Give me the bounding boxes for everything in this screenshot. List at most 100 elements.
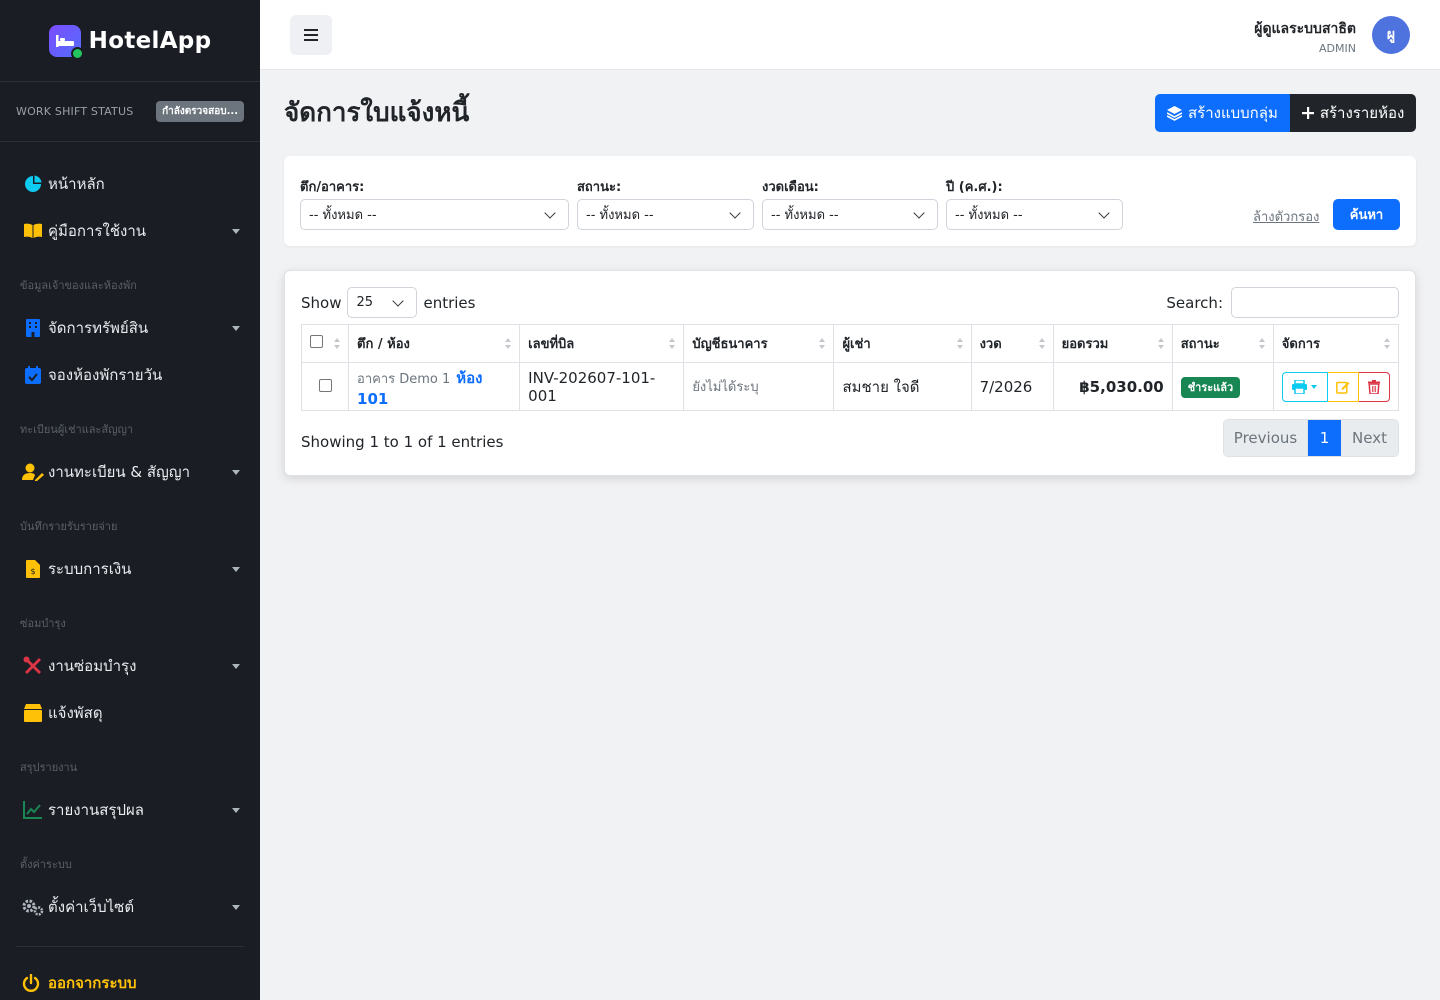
status-select[interactable]: -- ทั้งหมด -- [577, 199, 754, 230]
sidebar-item-home[interactable]: หน้าหลัก [0, 160, 260, 207]
chevron-down-icon [1098, 206, 1110, 219]
chevron-down-icon [232, 228, 240, 234]
line-chart-icon [22, 799, 44, 821]
brand-name: HotelApp [88, 27, 212, 54]
shift-label: WORK SHIFT STATUS [16, 105, 134, 118]
brand[interactable]: HotelApp [0, 0, 260, 82]
column-header-label: จัดการ [1281, 337, 1321, 352]
entries-label: entries [423, 293, 476, 312]
select-all-checkbox[interactable] [310, 335, 323, 348]
create-bulk-label: สร้างแบบกลุ่ม [1188, 104, 1278, 122]
column-header[interactable]: ตึก / ห้อง [348, 324, 521, 363]
sidebar-item-label: รายงานสรุปผล [48, 800, 144, 819]
create-bulk-button[interactable]: สร้างแบบกลุ่ม [1155, 94, 1290, 132]
gears-icon [22, 896, 44, 918]
sidebar-item-maintenance[interactable]: งานซ่อมบำรุง [0, 642, 260, 689]
shift-status-badge: กำลังตรวจสอบ... [156, 101, 244, 122]
power-icon [22, 972, 44, 994]
status-select-value: -- ทั้งหมด -- [586, 208, 654, 223]
month-select[interactable]: -- ทั้งหมด -- [762, 199, 938, 230]
sidebar-item-label: หน้าหลัก [48, 174, 105, 193]
search-input[interactable] [1231, 287, 1399, 318]
svg-text:$: $ [30, 567, 35, 576]
bill-number-cell: INV-202607-101-001 [519, 362, 685, 411]
year-select-value: -- ทั้งหมด -- [955, 208, 1023, 223]
topbar: ผู้ดูแลระบบสาธิต ADMIN ผู [260, 0, 1440, 70]
sidebar-divider [16, 946, 244, 947]
delete-button[interactable] [1358, 371, 1390, 402]
create-single-label: สร้างรายห้อง [1319, 104, 1405, 122]
year-select[interactable]: -- ทั้งหมด -- [946, 199, 1123, 230]
period-cell: 7/2026 [970, 362, 1054, 411]
page-length-select[interactable]: 25 [347, 287, 418, 318]
table-row[interactable]: อาคาร Demo 1 ห้อง 101 INV-202607-101-001 … [300, 362, 1400, 411]
column-header-label: บัญชีธนาคาร [692, 337, 768, 352]
sidebar-item-daily-booking[interactable]: จองห้องพักรายวัน [0, 351, 260, 398]
sidebar-item-manual[interactable]: คู่มือการใช้งาน [0, 207, 260, 254]
invoice-table-card: Show 25 entries Search: ตึก / ห้อง เลขที… [284, 270, 1416, 476]
sidebar-item-reports[interactable]: รายงานสรุปผล [0, 786, 260, 833]
bank-account-cell: ยังไม่ได้ระบุ [683, 362, 835, 411]
sidebar-item-label: งานทะเบียน & สัญญา [48, 462, 191, 481]
building-room-cell: อาคาร Demo 1 ห้อง 101 [348, 362, 521, 411]
building-select[interactable]: -- ทั้งหมด -- [300, 199, 569, 230]
column-header[interactable]: ผู้เช่า [833, 324, 972, 363]
sidebar-item-label: คู่มือการใช้งาน [48, 221, 146, 240]
chevron-down-icon [392, 294, 405, 307]
page-title: จัดการใบแจ้งหนี้ [284, 98, 470, 128]
column-header[interactable]: บัญชีธนาคาร [683, 324, 835, 363]
user-info[interactable]: ผู้ดูแลระบบสาธิต ADMIN [1254, 18, 1356, 55]
previous-page-button[interactable]: Previous [1224, 420, 1308, 456]
edit-button[interactable] [1327, 371, 1359, 402]
column-header[interactable]: สถานะ [1171, 324, 1274, 363]
avatar[interactable]: ผู [1372, 16, 1410, 54]
invoice-icon: $ [22, 558, 44, 580]
column-header-label: เลขที่บิล [528, 337, 575, 352]
building-icon [22, 317, 44, 339]
chevron-down-icon [1311, 384, 1318, 389]
page-1-button[interactable]: 1 [1308, 420, 1341, 456]
sidebar-item-property[interactable]: จัดการทรัพย์สิน [0, 304, 260, 351]
search-label: Search: [1166, 293, 1223, 312]
row-checkbox[interactable] [318, 378, 332, 392]
chevron-down-icon [729, 206, 741, 219]
column-header[interactable]: เลขที่บิล [519, 324, 685, 363]
status-cell: ชำระแล้ว [1171, 362, 1274, 411]
print-button[interactable] [1281, 371, 1328, 402]
sidebar-item-finance[interactable]: $ ระบบการเงิน [0, 545, 260, 592]
column-header[interactable]: ยอดรวม [1052, 324, 1173, 363]
column-header[interactable]: จัดการ [1272, 324, 1400, 363]
pagination: Previous 1 Next [1223, 419, 1399, 457]
clear-filter-link[interactable]: ล้างตัวกรอง [1253, 206, 1319, 227]
select-all-header [300, 324, 350, 363]
bed-check-icon [48, 24, 84, 60]
sidebar-section-header: ข้อมูลเจ้าของและห้องพัก [20, 279, 137, 292]
sidebar-section-header: สรุปรายงาน [20, 761, 78, 774]
actions-cell [1272, 362, 1400, 411]
logout-label: ออกจากระบบ [48, 974, 137, 992]
logout-button[interactable]: ออกจากระบบ [0, 965, 260, 1000]
box-icon [22, 702, 44, 724]
sidebar-section-header: บันทึกรายรับรายจ่าย [20, 520, 118, 533]
month-select-value: -- ทั้งหมด -- [771, 208, 839, 223]
sidebar-item-registration[interactable]: งานทะเบียน & สัญญา [0, 448, 260, 495]
column-header[interactable]: งวด [970, 324, 1054, 363]
create-single-button[interactable]: สร้างรายห้อง [1289, 94, 1417, 132]
next-page-button[interactable]: Next [1341, 420, 1398, 456]
row-actions [1281, 371, 1390, 402]
sidebar-item-label: จองห้องพักรายวัน [48, 365, 163, 384]
menu-toggle-button[interactable] [290, 15, 332, 55]
column-header-label: ผู้เช่า [842, 337, 871, 352]
sidebar-item-label: จัดการทรัพย์สิน [48, 318, 149, 337]
user-role: ADMIN [1319, 42, 1356, 55]
layers-icon [1167, 105, 1182, 121]
edit-icon [1335, 381, 1350, 394]
printer-icon [1292, 379, 1308, 394]
sidebar-item-website-settings[interactable]: ตั้งค่าเว็บไซต์ [0, 883, 260, 930]
search-button[interactable]: ค้นหา [1333, 199, 1400, 230]
user-name: ผู้ดูแลระบบสาธิต [1254, 21, 1356, 37]
sidebar-item-parcel[interactable]: แจ้งพัสดุ [0, 689, 260, 736]
create-button-group: สร้างแบบกลุ่ม สร้างรายห้อง [1155, 94, 1417, 132]
status-badge: ชำระแล้ว [1180, 377, 1241, 398]
pie-chart-icon [22, 173, 44, 195]
